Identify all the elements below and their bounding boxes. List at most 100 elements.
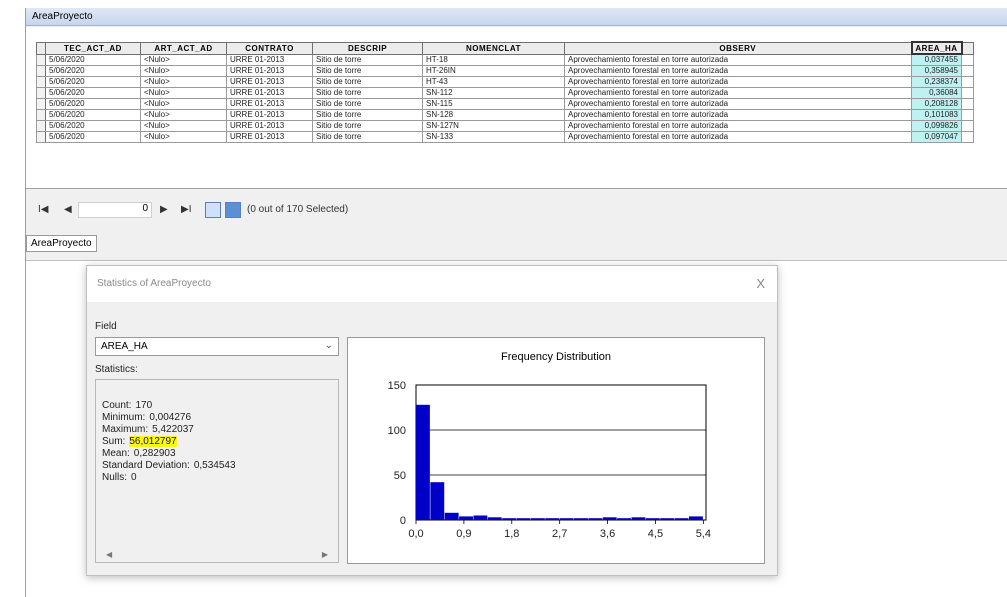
- table-cell[interactable]: Sitio de torre: [312, 119, 423, 132]
- statistics-horizontal-scrollbar[interactable]: ◀ ▶: [96, 550, 338, 562]
- table-cell[interactable]: URRE 01-2013: [226, 97, 313, 110]
- table-cell-truncated[interactable]: [961, 119, 974, 132]
- column-header-observ[interactable]: OBSERV: [564, 41, 912, 55]
- table-cell[interactable]: Sitio de torre: [312, 53, 423, 66]
- table-cell[interactable]: Aprovechamiento forestal en torre autori…: [564, 119, 912, 132]
- table-cell[interactable]: URRE 01-2013: [226, 119, 313, 132]
- table-cell[interactable]: Aprovechamiento forestal en torre autori…: [564, 53, 912, 66]
- table-cell[interactable]: URRE 01-2013: [226, 53, 313, 66]
- table-cell-truncated[interactable]: [961, 75, 974, 88]
- table-cell[interactable]: SN-112: [422, 86, 565, 99]
- show-selected-records-icon[interactable]: [225, 202, 241, 218]
- next-record-button[interactable]: ▶: [160, 204, 168, 215]
- table-cell-truncated[interactable]: [961, 53, 974, 66]
- table-cell[interactable]: <Nulo>: [140, 108, 227, 121]
- table-row[interactable]: 5/06/2020 <Nulo> URRE 01-2013 Sitio de torr…: [36, 130, 974, 143]
- table-cell[interactable]: Sitio de torre: [312, 97, 423, 110]
- column-header-area-ha[interactable]: AREA_HA: [910, 41, 963, 55]
- table-cell[interactable]: 5/06/2020: [45, 97, 141, 110]
- table-cell[interactable]: Aprovechamiento forestal en torre autori…: [564, 108, 912, 121]
- column-header-descrip[interactable]: DESCRIP: [312, 41, 423, 55]
- first-record-button[interactable]: I◀: [38, 204, 48, 215]
- column-header-truncated[interactable]: [961, 41, 974, 55]
- row-selector[interactable]: [36, 75, 46, 88]
- last-record-button[interactable]: ▶I: [181, 204, 191, 215]
- table-cell-truncated[interactable]: [961, 97, 974, 110]
- table-cell[interactable]: URRE 01-2013: [226, 64, 313, 77]
- chevron-down-icon[interactable]: ⌄: [325, 340, 333, 351]
- column-header-tec-act-ad[interactable]: TEC_ACT_AD: [45, 41, 141, 55]
- row-selector[interactable]: [36, 64, 46, 77]
- row-selector[interactable]: [36, 86, 46, 99]
- table-cell[interactable]: SN-127N: [422, 119, 565, 132]
- column-header-contrato[interactable]: CONTRATO: [226, 41, 313, 55]
- table-cell[interactable]: Sitio de torre: [312, 64, 423, 77]
- previous-record-button[interactable]: ◀: [64, 204, 72, 215]
- table-cell[interactable]: 5/06/2020: [45, 53, 141, 66]
- table-cell[interactable]: 5/06/2020: [45, 75, 141, 88]
- table-row[interactable]: 5/06/2020 <Nulo> URRE 01-2013 Sitio de torr…: [36, 75, 974, 88]
- table-cell[interactable]: Aprovechamiento forestal en torre autori…: [564, 97, 912, 110]
- table-cell[interactable]: 0,037455: [911, 53, 962, 66]
- table-row[interactable]: 5/06/2020 <Nulo> URRE 01-2013 Sitio de torr…: [36, 86, 974, 99]
- table-cell[interactable]: 5/06/2020: [45, 119, 141, 132]
- table-cell[interactable]: 0,101083: [911, 108, 962, 121]
- row-selector[interactable]: [36, 130, 46, 143]
- table-cell[interactable]: HT-18: [422, 53, 565, 66]
- table-cell[interactable]: <Nulo>: [140, 86, 227, 99]
- show-all-records-icon[interactable]: [205, 202, 221, 218]
- table-cell-truncated[interactable]: [961, 108, 974, 121]
- scroll-left-icon[interactable]: ◀: [106, 550, 112, 559]
- table-cell[interactable]: Sitio de torre: [312, 130, 423, 143]
- table-cell[interactable]: Aprovechamiento forestal en torre autori…: [564, 75, 912, 88]
- table-cell[interactable]: 0,208128: [911, 97, 962, 110]
- table-cell[interactable]: Aprovechamiento forestal en torre autori…: [564, 130, 912, 143]
- table-cell[interactable]: SN-133: [422, 130, 565, 143]
- table-cell[interactable]: Aprovechamiento forestal en torre autori…: [564, 64, 912, 77]
- table-cell-truncated[interactable]: [961, 86, 974, 99]
- table-cell[interactable]: <Nulo>: [140, 53, 227, 66]
- field-dropdown[interactable]: AREA_HA ⌄: [95, 337, 339, 356]
- close-icon[interactable]: X: [756, 276, 765, 291]
- row-selector[interactable]: [36, 53, 46, 66]
- table-cell[interactable]: Sitio de torre: [312, 86, 423, 99]
- table-cell[interactable]: URRE 01-2013: [226, 130, 313, 143]
- current-record-field[interactable]: 0: [78, 202, 152, 218]
- table-cell[interactable]: Sitio de torre: [312, 75, 423, 88]
- table-cell[interactable]: HT-26IN: [422, 64, 565, 77]
- scroll-right-icon[interactable]: ▶: [322, 550, 328, 559]
- table-cell[interactable]: 0,238374: [911, 75, 962, 88]
- table-cell[interactable]: 0,097047: [911, 130, 962, 143]
- row-selector[interactable]: [36, 108, 46, 121]
- table-row[interactable]: 5/06/2020 <Nulo> URRE 01-2013 Sitio de torr…: [36, 53, 974, 66]
- table-cell[interactable]: 5/06/2020: [45, 130, 141, 143]
- horizontal-scrollbar[interactable]: [36, 188, 1007, 189]
- table-cell[interactable]: <Nulo>: [140, 97, 227, 110]
- table-cell[interactable]: 5/06/2020: [45, 108, 141, 121]
- row-selector-header[interactable]: [36, 41, 46, 55]
- table-row[interactable]: 5/06/2020 <Nulo> URRE 01-2013 Sitio de torr…: [36, 97, 974, 110]
- table-cell[interactable]: <Nulo>: [140, 119, 227, 132]
- row-selector[interactable]: [36, 119, 46, 132]
- table-cell[interactable]: Aprovechamiento forestal en torre autori…: [564, 86, 912, 99]
- row-selector[interactable]: [36, 97, 46, 110]
- table-cell[interactable]: 5/06/2020: [45, 86, 141, 99]
- table-cell[interactable]: HT-43: [422, 75, 565, 88]
- table-cell-truncated[interactable]: [961, 64, 974, 77]
- table-cell[interactable]: URRE 01-2013: [226, 75, 313, 88]
- table-cell[interactable]: Sitio de torre: [312, 108, 423, 121]
- table-row[interactable]: 5/06/2020 <Nulo> URRE 01-2013 Sitio de torr…: [36, 64, 974, 77]
- table-cell[interactable]: <Nulo>: [140, 130, 227, 143]
- table-cell[interactable]: 0,099826: [911, 119, 962, 132]
- table-cell[interactable]: 0,36084: [911, 86, 962, 99]
- tab-areaproyecto[interactable]: AreaProyecto: [26, 235, 97, 252]
- table-cell[interactable]: SN-128: [422, 108, 565, 121]
- table-cell[interactable]: URRE 01-2013: [226, 108, 313, 121]
- table-cell[interactable]: <Nulo>: [140, 64, 227, 77]
- table-cell-truncated[interactable]: [961, 130, 974, 143]
- column-header-art-act-ad[interactable]: ART_ACT_AD: [140, 41, 227, 55]
- table-cell[interactable]: URRE 01-2013: [226, 86, 313, 99]
- column-header-nomenclat[interactable]: NOMENCLAT: [422, 41, 565, 55]
- table-cell[interactable]: SN-115: [422, 97, 565, 110]
- table-row[interactable]: 5/06/2020 <Nulo> URRE 01-2013 Sitio de torr…: [36, 108, 974, 121]
